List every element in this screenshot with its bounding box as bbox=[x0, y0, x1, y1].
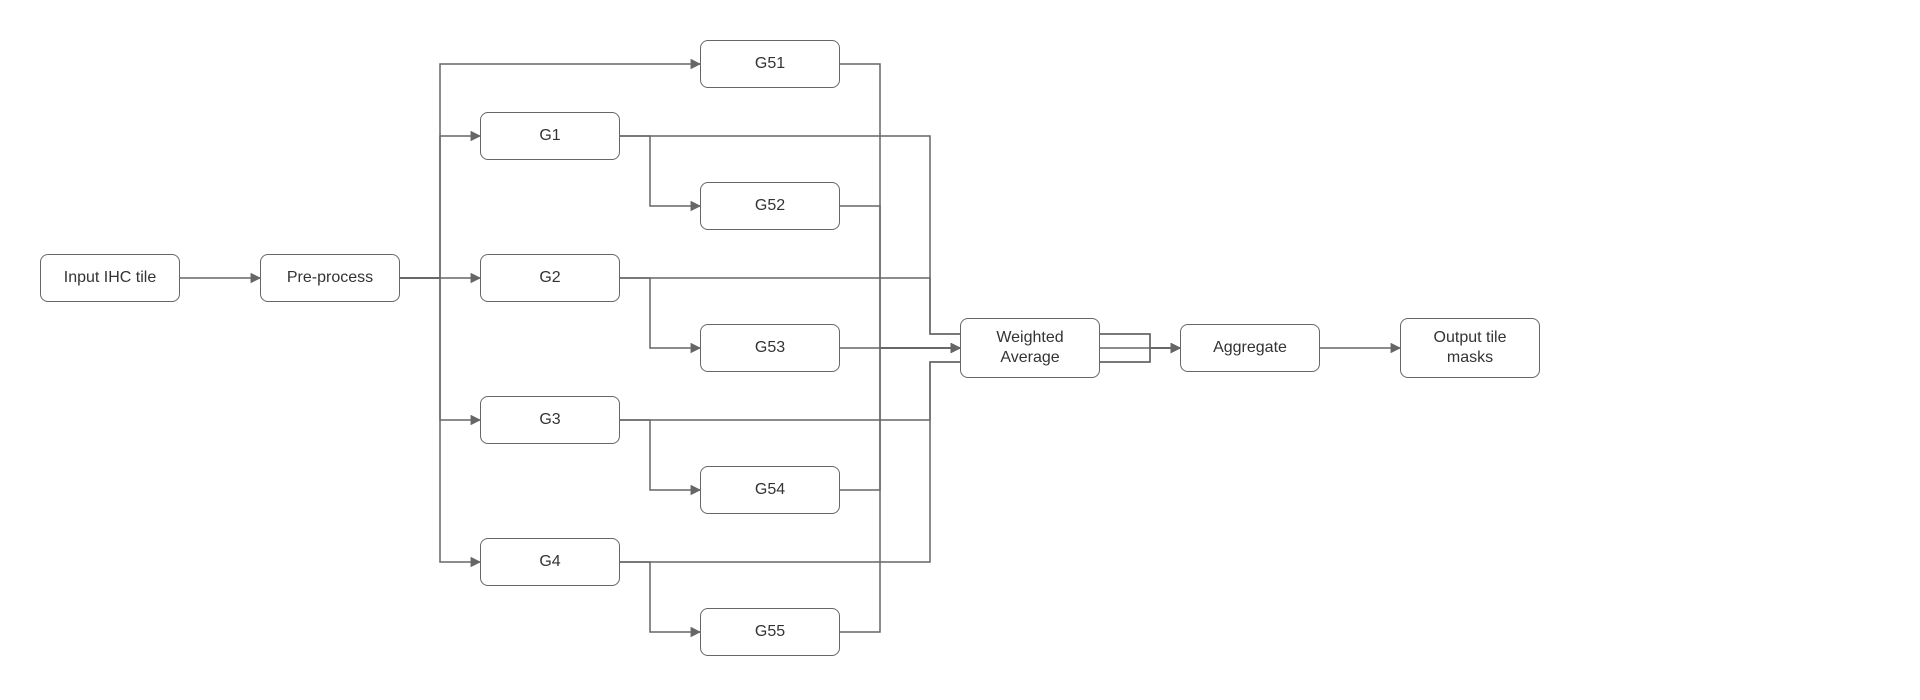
edge bbox=[840, 206, 960, 348]
edge bbox=[620, 136, 1180, 348]
edge bbox=[620, 348, 1180, 562]
node-g54: G54 bbox=[700, 466, 840, 514]
node-g55: G55 bbox=[700, 608, 840, 656]
node-label: G2 bbox=[539, 268, 560, 288]
node-label: Pre-process bbox=[287, 268, 373, 288]
edge bbox=[400, 136, 480, 278]
node-label: G4 bbox=[539, 552, 560, 572]
node-label: G1 bbox=[539, 126, 560, 146]
node-g3: G3 bbox=[480, 396, 620, 444]
edge bbox=[620, 420, 700, 490]
node-weighted-average: Weighted Average bbox=[960, 318, 1100, 378]
node-label: G54 bbox=[755, 480, 785, 500]
node-g2: G2 bbox=[480, 254, 620, 302]
node-g1: G1 bbox=[480, 112, 620, 160]
node-label: G55 bbox=[755, 622, 785, 642]
node-label: Output tile masks bbox=[1409, 328, 1531, 368]
edge bbox=[620, 136, 700, 206]
edge bbox=[620, 278, 700, 348]
edge bbox=[840, 348, 960, 490]
edge bbox=[400, 64, 700, 278]
edge bbox=[620, 562, 700, 632]
node-label: G53 bbox=[755, 338, 785, 358]
node-g4: G4 bbox=[480, 538, 620, 586]
node-input-ihc-tile: Input IHC tile bbox=[40, 254, 180, 302]
diagram-canvas: { "nodes": { "input": { "label": "Input … bbox=[0, 0, 1920, 700]
node-preprocess: Pre-process bbox=[260, 254, 400, 302]
node-g53: G53 bbox=[700, 324, 840, 372]
node-label: G52 bbox=[755, 196, 785, 216]
node-label: Input IHC tile bbox=[64, 268, 156, 288]
node-aggregate: Aggregate bbox=[1180, 324, 1320, 372]
node-label: Weighted Average bbox=[969, 328, 1091, 368]
node-label: Aggregate bbox=[1213, 338, 1287, 358]
node-output-tile-masks: Output tile masks bbox=[1400, 318, 1540, 378]
node-label: G3 bbox=[539, 410, 560, 430]
node-g51: G51 bbox=[700, 40, 840, 88]
node-label: G51 bbox=[755, 54, 785, 74]
node-g52: G52 bbox=[700, 182, 840, 230]
